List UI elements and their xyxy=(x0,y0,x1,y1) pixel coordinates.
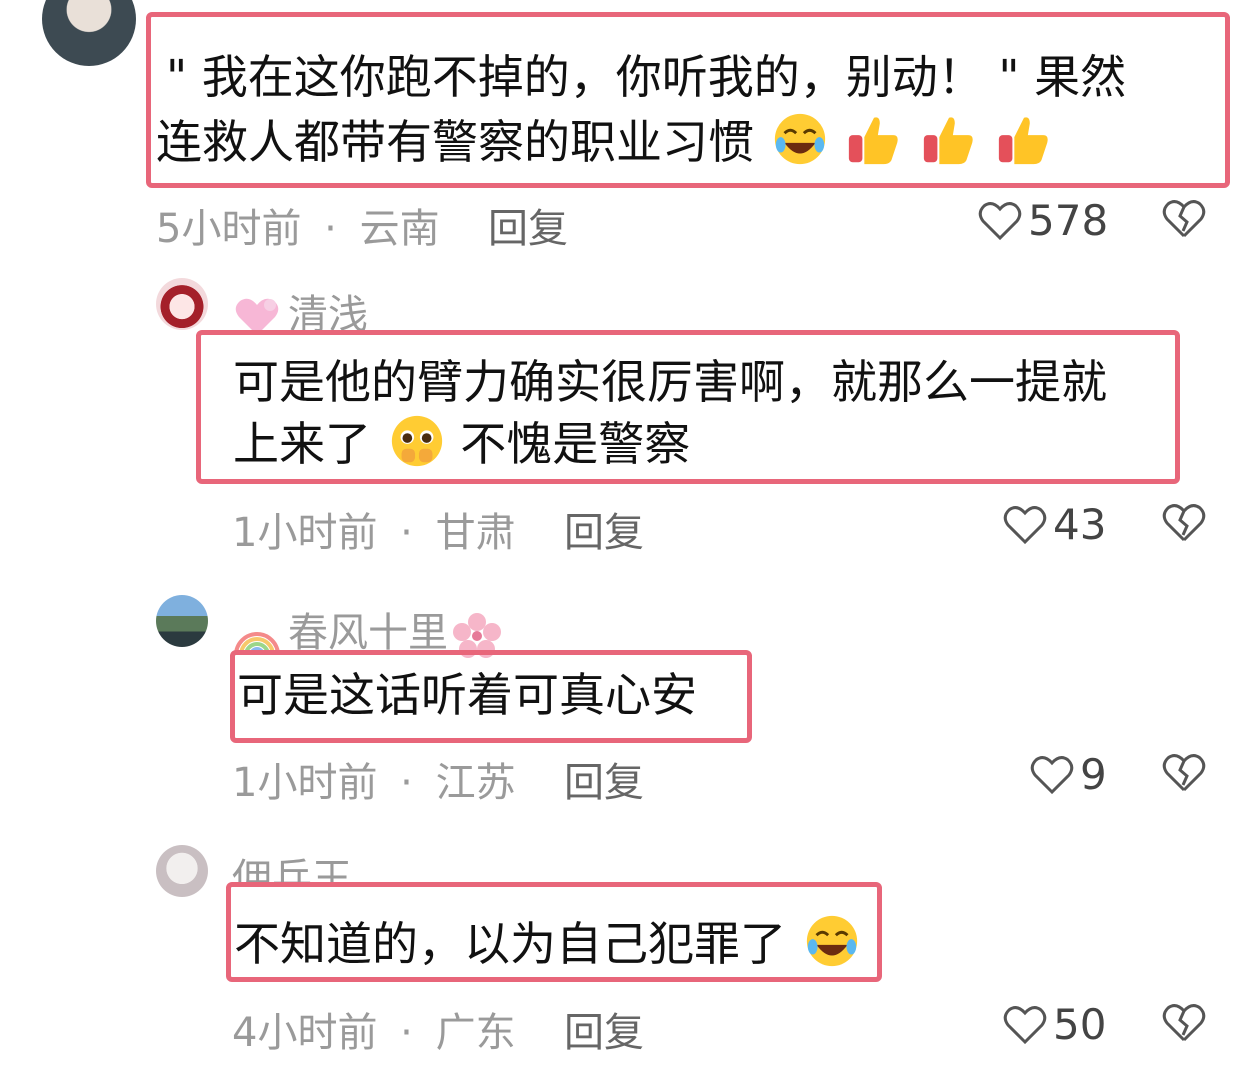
like-button[interactable]: 9 xyxy=(1030,750,1107,799)
like-count: 43 xyxy=(1053,500,1107,549)
like-button[interactable]: 578 xyxy=(978,196,1108,245)
comment-text-line: 可是这话听着可真心安 xyxy=(237,668,697,722)
avatar[interactable] xyxy=(156,845,208,897)
username[interactable]: 佣兵王 xyxy=(232,846,352,882)
broken-heart-icon[interactable] xyxy=(1162,198,1206,240)
comment-location: 广东 xyxy=(435,1010,516,1056)
laughing-crying-emoji xyxy=(774,113,825,165)
reply-button[interactable]: 回复 xyxy=(564,1000,644,1058)
heart-icon xyxy=(1003,1005,1047,1044)
avatar[interactable] xyxy=(156,278,208,330)
broken-heart-icon[interactable] xyxy=(1162,752,1206,794)
comment-text-line: 上来了 不愧是警察 xyxy=(233,412,690,476)
reply-button[interactable]: 回复 xyxy=(564,750,644,808)
comment-meta: 5小时前 · 云南 xyxy=(156,196,440,254)
comment-location: 甘肃 xyxy=(435,510,516,556)
heart-icon xyxy=(978,201,1022,240)
thumbs-up-emoji xyxy=(849,117,898,165)
comment-text: 上来了 xyxy=(233,417,371,471)
heart-icon xyxy=(1030,755,1074,794)
comment-text-line: " 我在这你跑不掉的，你听我的，别动！ " 果然 xyxy=(166,50,1127,104)
comment-text: 连救人都带有警察的职业习惯 xyxy=(156,115,754,169)
comment-time: 5小时前 xyxy=(156,206,302,252)
comment-location: 云南 xyxy=(359,206,440,252)
comment-meta: 1小时前 · 江苏 xyxy=(232,750,516,808)
thumbs-up-emoji xyxy=(998,117,1048,165)
comment-time: 4小时前 xyxy=(232,1010,378,1056)
comment-text: 不知道的，以为自己犯罪了 xyxy=(234,917,786,971)
separator: · xyxy=(324,206,337,252)
comment-meta: 1小时前 · 甘肃 xyxy=(232,500,516,558)
separator: · xyxy=(400,1010,413,1056)
pleading-face-emoji xyxy=(391,415,442,467)
like-button[interactable]: 43 xyxy=(1003,500,1106,549)
like-button[interactable]: 50 xyxy=(1003,1000,1106,1049)
comment-time: 1小时前 xyxy=(232,510,378,556)
like-count: 9 xyxy=(1080,750,1107,799)
avatar[interactable] xyxy=(156,595,208,647)
username-text: 佣兵王 xyxy=(232,856,352,882)
separator: · xyxy=(400,760,413,806)
broken-heart-icon[interactable] xyxy=(1162,1002,1206,1044)
like-count: 578 xyxy=(1028,196,1109,245)
comment-text-line: 连救人都带有警察的职业习惯 xyxy=(156,110,1053,174)
reply-button[interactable]: 回复 xyxy=(564,500,644,558)
comment-time: 1小时前 xyxy=(232,760,378,806)
separator: · xyxy=(400,510,413,556)
comment-text: 不愧是警察 xyxy=(460,417,691,471)
heart-icon xyxy=(1003,505,1047,544)
comment-text-line: 可是他的臂力确实很厉害啊，就那么一提就 xyxy=(233,355,1107,409)
comment-location: 江苏 xyxy=(435,760,516,806)
comment-meta: 4小时前 · 广东 xyxy=(232,1000,516,1058)
reply-button[interactable]: 回复 xyxy=(488,196,568,254)
avatar[interactable] xyxy=(42,0,136,66)
laughing-crying-emoji xyxy=(806,915,857,967)
like-count: 50 xyxy=(1053,1000,1107,1049)
thumbs-up-emoji xyxy=(923,117,973,165)
comment-text-line: 不知道的，以为自己犯罪了 xyxy=(234,912,861,976)
broken-heart-icon[interactable] xyxy=(1162,502,1206,544)
